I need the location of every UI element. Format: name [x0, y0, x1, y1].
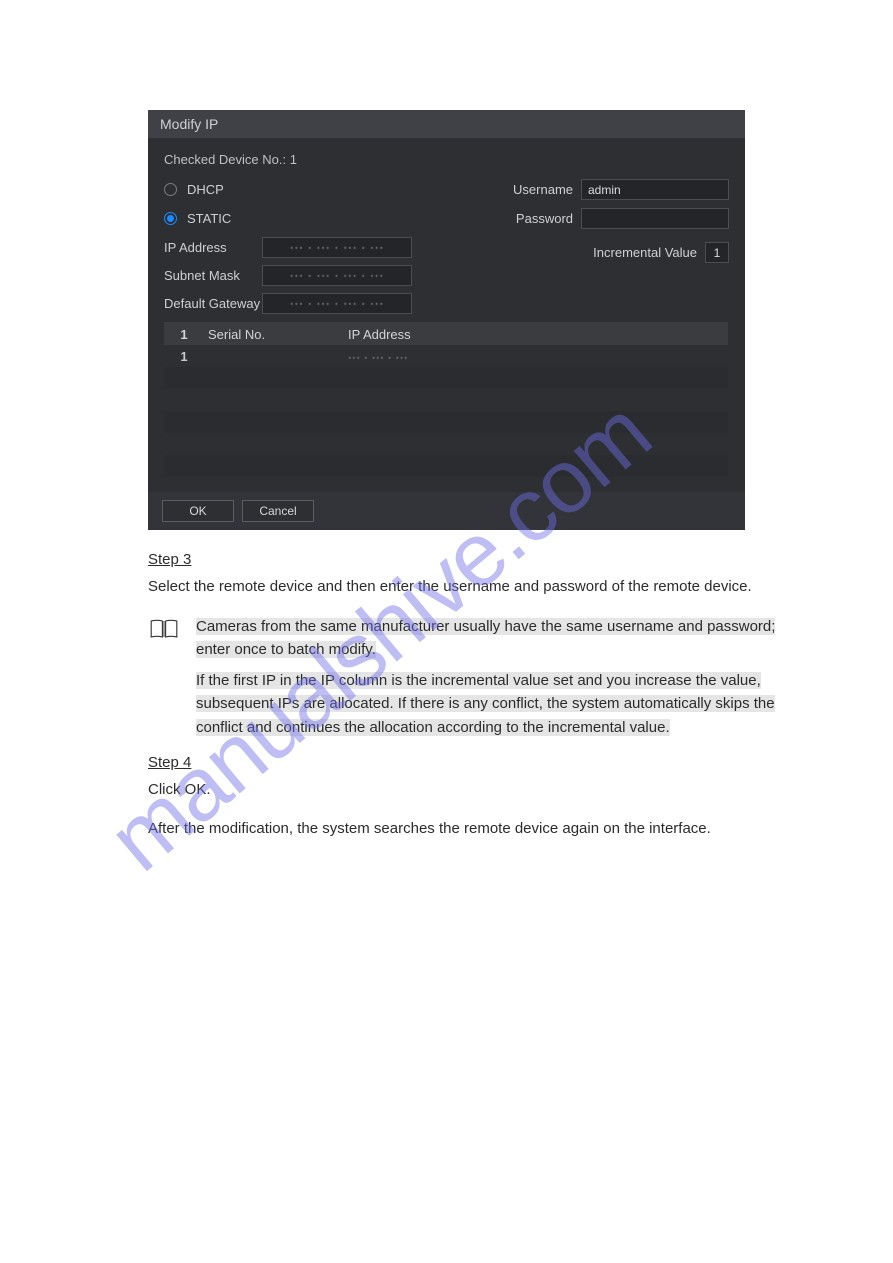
ip-address-label: IP Address	[164, 240, 262, 255]
after-text: After the modification, the system searc…	[148, 817, 808, 840]
step4-heading: Step 4	[148, 751, 808, 774]
checked-device-count: Checked Device No.: 1	[164, 152, 729, 167]
subnet-mask-input[interactable]: ··· · ··· · ··· · ···	[262, 265, 412, 286]
table-row	[164, 433, 728, 455]
password-input[interactable]	[581, 208, 729, 229]
ip-address-input[interactable]: ··· · ··· · ··· · ···	[262, 237, 412, 258]
dialog-footer: OK Cancel	[148, 492, 745, 530]
table-row	[164, 411, 728, 433]
static-radio-label: STATIC	[187, 211, 231, 226]
dialog-title: Modify IP	[148, 110, 745, 138]
cancel-button[interactable]: Cancel	[242, 500, 314, 522]
dhcp-radio[interactable]	[164, 183, 177, 196]
password-label: Password	[516, 211, 573, 226]
dialog-body: Checked Device No.: 1 DHCP Username STAT…	[148, 138, 745, 481]
dhcp-radio-label: DHCP	[187, 182, 224, 197]
note-line-1: Cameras from the same manufacturer usual…	[196, 615, 808, 662]
default-gateway-label: Default Gateway	[164, 296, 262, 311]
username-input[interactable]	[581, 179, 729, 200]
static-radio[interactable]	[164, 212, 177, 225]
note-block: Cameras from the same manufacturer usual…	[148, 615, 808, 739]
modify-ip-dialog: Modify IP Checked Device No.: 1 DHCP Use…	[148, 110, 745, 530]
default-gateway-input[interactable]: ··· · ··· · ··· · ···	[262, 293, 412, 314]
col-index: 1	[164, 327, 204, 342]
incremental-value-input[interactable]	[705, 242, 729, 263]
table-row	[164, 367, 728, 389]
subnet-mask-label: Subnet Mask	[164, 268, 262, 283]
step4-text: Click OK.	[148, 778, 808, 801]
ok-button[interactable]: OK	[162, 500, 234, 522]
username-label: Username	[513, 182, 573, 197]
device-table: 1 Serial No. IP Address 1 ··· · ··· · ··…	[164, 322, 728, 475]
document-instructions: Step 3 Select the remote device and then…	[148, 548, 808, 841]
book-icon	[148, 617, 180, 641]
table-row	[164, 455, 728, 477]
incremental-value-label: Incremental Value	[593, 245, 697, 260]
col-ip: IP Address	[344, 327, 728, 342]
table-row	[164, 389, 728, 411]
step3-text: Select the remote device and then enter …	[148, 575, 808, 598]
table-row[interactable]: 1 ··· · ··· · ···	[164, 345, 728, 367]
note-line-2: If the first IP in the IP column is the …	[196, 669, 808, 739]
step3-heading: Step 3	[148, 548, 808, 571]
row-ip: ··· · ··· · ···	[348, 352, 408, 364]
col-serial: Serial No.	[204, 327, 344, 342]
row-index: 1	[164, 349, 204, 364]
